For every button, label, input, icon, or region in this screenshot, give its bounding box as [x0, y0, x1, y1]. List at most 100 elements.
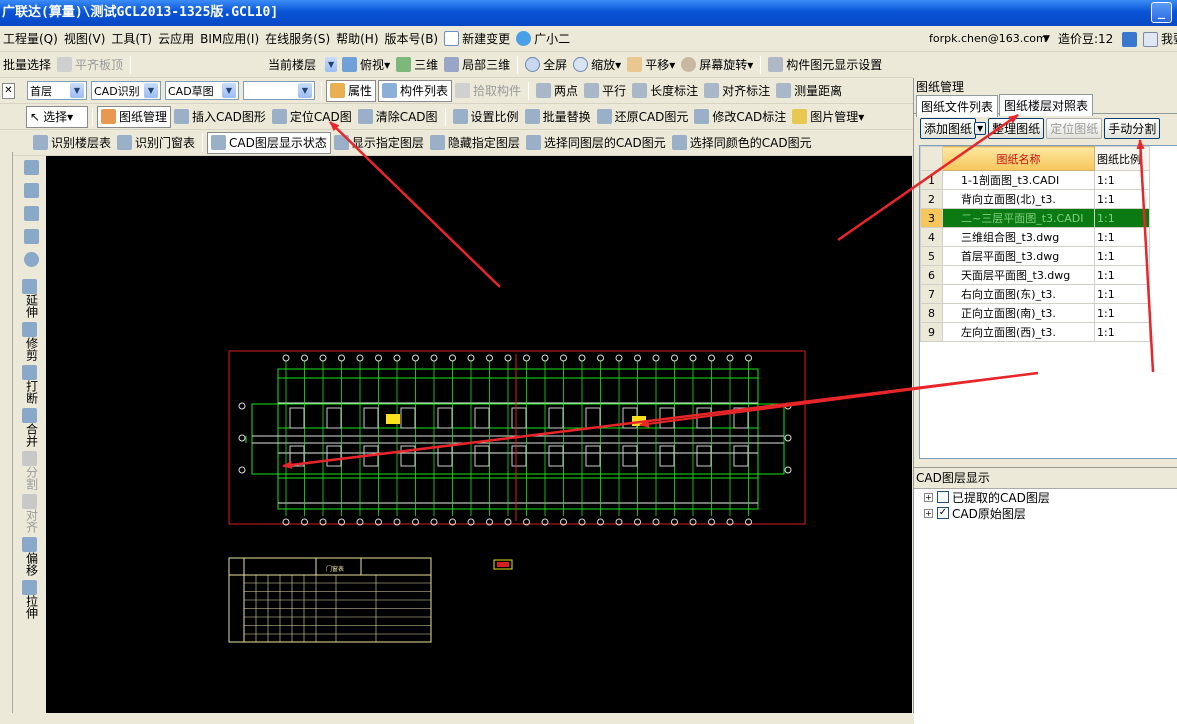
set-scale-button[interactable]: 设置比例: [450, 106, 522, 128]
table-row[interactable]: 1 1-1剖面图_t3.CADI 1:1: [920, 170, 1150, 190]
show-layer-button[interactable]: 显示指定图层: [331, 132, 427, 154]
menu-quantity[interactable]: 工程量(Q): [0, 28, 61, 50]
measure-button[interactable]: 测量距离: [773, 80, 845, 102]
drawing-scale[interactable]: 1:1: [1094, 265, 1150, 285]
drawing-scale[interactable]: 1:1: [1094, 170, 1150, 190]
align-slab-top-button[interactable]: 平齐板顶: [54, 54, 126, 76]
rotate-tool[interactable]: [17, 250, 45, 275]
drawing-scale[interactable]: 1:1: [1094, 303, 1150, 323]
zoom-button[interactable]: 缩放 ▾: [570, 54, 624, 76]
table-row[interactable]: 4 三维组合图_t3.dwg 1:1: [920, 227, 1150, 247]
add-drawing-button[interactable]: 添加图纸: [920, 118, 977, 139]
move-tool[interactable]: [17, 227, 45, 246]
image-manager-button[interactable]: 图片管理 ▾: [789, 106, 867, 128]
menu-tools[interactable]: 工具(T): [108, 28, 155, 50]
pen-tool[interactable]: [17, 158, 45, 177]
select-same-layer-button[interactable]: 选择同图层的CAD图元: [523, 132, 669, 154]
me-label[interactable]: 我要: [1161, 30, 1177, 47]
trim-tool[interactable]: 修剪: [17, 322, 45, 361]
drawing-manager-button[interactable]: 图纸管理: [97, 105, 172, 128]
layer-item-original[interactable]: + ✓ CAD原始图层: [914, 505, 1177, 521]
minimize-button[interactable]: _: [1151, 2, 1172, 23]
drawing-scale[interactable]: 1:1: [1094, 189, 1150, 209]
expand-icon[interactable]: +: [924, 508, 933, 518]
rotate-screen-button[interactable]: 屏幕旋转 ▾: [678, 54, 756, 76]
drawing-name[interactable]: 首层平面图_t3.dwg: [942, 246, 1095, 266]
tab-file-list[interactable]: 图纸文件列表: [916, 95, 999, 117]
cad-draft-select[interactable]: CAD草图 ▼: [165, 81, 239, 100]
display-settings-button[interactable]: 构件图元显示设置: [765, 54, 885, 76]
table-row[interactable]: 8 正向立面图(南)_t3. 1:1: [920, 303, 1150, 323]
align-tool[interactable]: 对齐: [17, 494, 45, 533]
menu-view[interactable]: 视图(V): [61, 28, 109, 50]
drawing-name[interactable]: 右向立面图(东)_t3.: [942, 284, 1095, 304]
component-select[interactable]: ▼: [243, 81, 315, 100]
split-tool[interactable]: 分割: [17, 451, 45, 490]
drawing-name[interactable]: 1-1剖面图_t3.CADI: [942, 170, 1095, 190]
table-row[interactable]: 5 首层平面图_t3.dwg 1:1: [920, 246, 1150, 266]
3d-button[interactable]: 三维: [393, 54, 441, 76]
offset-tool[interactable]: 偏移: [17, 537, 45, 576]
select-button[interactable]: ↖ 选择 ▾: [26, 105, 88, 128]
parallel-button[interactable]: 平行: [581, 80, 629, 102]
cad-recog-select[interactable]: CAD识别 ▼: [91, 81, 161, 100]
organize-drawing-button[interactable]: 整理图纸: [988, 118, 1045, 139]
menu-version[interactable]: 版本号(B): [382, 28, 442, 50]
menu-new-change[interactable]: 新建变更: [441, 28, 513, 50]
menu-cloud[interactable]: 云应用: [155, 28, 197, 50]
expand-icon[interactable]: +: [924, 492, 933, 502]
pick-component-button[interactable]: 拾取构件: [452, 80, 524, 102]
chevron-down-icon[interactable]: ▼: [974, 122, 987, 135]
clear-cad-button[interactable]: 清除CAD图: [355, 106, 441, 128]
menu-help[interactable]: 帮助(H): [333, 28, 381, 50]
chat-icon[interactable]: [1143, 32, 1158, 47]
checkbox[interactable]: ✓: [937, 507, 949, 519]
hide-layer-button[interactable]: 隐藏指定图层: [427, 132, 523, 154]
table-row[interactable]: 2 背向立面图(北)_t3. 1:1: [920, 189, 1150, 209]
component-list-button[interactable]: 构件列表: [378, 79, 453, 102]
recog-door-table-button[interactable]: 识别门窗表: [114, 132, 198, 154]
extend-tool[interactable]: 延伸: [17, 279, 45, 318]
restore-cad-button[interactable]: 还原CAD图元: [594, 106, 692, 128]
header-name[interactable]: 图纸名称: [942, 146, 1095, 171]
drawing-scale[interactable]: 1:1: [1094, 322, 1150, 342]
drawing-name[interactable]: 三维组合图_t3.dwg: [942, 227, 1095, 247]
tab-floor-mapping[interactable]: 图纸楼层对照表: [999, 94, 1094, 116]
batch-select-button[interactable]: 批量选择: [0, 54, 54, 76]
modify-dim-button[interactable]: 修改CAD标注: [691, 106, 789, 128]
select-same-color-button[interactable]: 选择同颜色的CAD图元: [669, 132, 815, 154]
manual-split-button[interactable]: 手动分割: [1104, 118, 1161, 139]
stretch-tool[interactable]: 拉伸: [17, 580, 45, 619]
left-collapsed-pane[interactable]: [0, 152, 13, 713]
batch-replace-button[interactable]: 批量替换: [522, 106, 594, 128]
mirror-tool[interactable]: [17, 204, 45, 223]
top-view-button[interactable]: 俯视 ▾: [339, 54, 393, 76]
menu-online[interactable]: 在线服务(S): [262, 28, 333, 50]
drawing-name[interactable]: 二~三层平面图_t3.CADI: [942, 208, 1095, 228]
menu-bim[interactable]: BIM应用(I): [197, 28, 262, 50]
two-points-button[interactable]: 两点: [533, 80, 581, 102]
drawing-name[interactable]: 天面层平面图_t3.dwg: [942, 265, 1095, 285]
break-tool[interactable]: 打断: [17, 365, 45, 404]
header-scale[interactable]: 图纸比例: [1094, 146, 1150, 171]
layer-item-extracted[interactable]: + 已提取的CAD图层: [914, 489, 1177, 505]
cad-canvas[interactable]: 门窗表: [46, 156, 912, 713]
insert-cad-button[interactable]: 插入CAD图形: [171, 106, 269, 128]
account-label[interactable]: forpk.chen@163.com: [929, 32, 1047, 45]
merge-tool[interactable]: 合并: [17, 408, 45, 447]
checkbox[interactable]: [937, 491, 949, 503]
close-icon[interactable]: ✕: [2, 82, 15, 99]
floor-select[interactable]: 首层 ▼: [27, 81, 87, 100]
menu-assistant[interactable]: 广小二: [513, 28, 573, 50]
drawing-scale[interactable]: 1:1: [1094, 227, 1150, 247]
chevron-down-icon[interactable]: ▼: [1043, 34, 1050, 44]
drawing-scale[interactable]: 1:1: [1094, 284, 1150, 304]
cad-layer-status-button[interactable]: CAD图层显示状态: [207, 131, 331, 154]
align-dim-button[interactable]: 对齐标注: [701, 80, 773, 102]
drawing-name[interactable]: 背向立面图(北)_t3.: [942, 189, 1095, 209]
pan-button[interactable]: 平移 ▾: [624, 54, 678, 76]
length-dim-button[interactable]: 长度标注: [629, 80, 701, 102]
table-row-selected[interactable]: 3 二~三层平面图_t3.CADI 1:1: [920, 208, 1150, 228]
link-tool[interactable]: [17, 181, 45, 200]
locate-drawing-button[interactable]: 定位图纸: [1046, 118, 1103, 139]
